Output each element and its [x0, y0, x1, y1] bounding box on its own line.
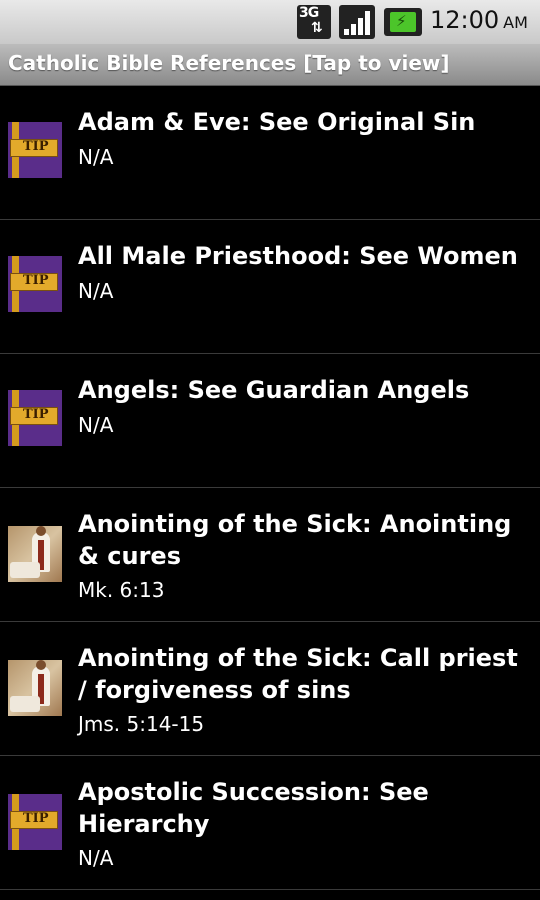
app-title: Catholic Bible References [Tap to view]	[8, 51, 450, 75]
battery-charging-icon: ⚡	[384, 8, 422, 36]
tip-sign-icon: TIP	[8, 794, 62, 850]
list-item[interactable]: TIP Apostolic Succession: See Hierarchy …	[0, 756, 540, 890]
item-title: Anointing of the Sick: Anointing & cures	[78, 510, 512, 570]
list-item[interactable]: TIP All Male Priesthood: See Women N/A	[0, 220, 540, 354]
data-arrows-icon: ⇅	[311, 20, 323, 36]
status-time: 12:00 AM	[430, 6, 528, 34]
item-reference: N/A	[78, 145, 114, 169]
item-title: Anointing of the Sick: Call priest / for…	[78, 644, 518, 704]
tip-sign-icon: TIP	[8, 256, 62, 312]
tip-sign-icon: TIP	[8, 122, 62, 178]
signal-icon	[339, 5, 375, 39]
item-reference: Mk. 6:13	[78, 578, 165, 602]
3g-data-icon: 3G ⇅	[297, 5, 331, 39]
item-reference: Jms. 5:14-15	[78, 712, 205, 736]
priest-photo-icon	[8, 660, 62, 716]
clock-time: 12:00	[430, 6, 500, 34]
status-bar: 3G ⇅ ⚡ 12:00 AM	[0, 0, 540, 44]
item-title: Apostolic Succession: See Hierarchy	[78, 778, 429, 838]
title-bar: Catholic Bible References [Tap to view]	[0, 44, 540, 86]
network-type-label: 3G	[299, 5, 319, 21]
list-item[interactable]: TIP Angels: See Guardian Angels N/A	[0, 354, 540, 488]
tip-sign-icon: TIP	[8, 390, 62, 446]
item-reference: N/A	[78, 413, 114, 437]
item-title: Angels: See Guardian Angels	[78, 376, 470, 404]
item-reference: N/A	[78, 279, 114, 303]
list-item[interactable]: TIP Adam & Eve: See Original Sin N/A	[0, 86, 540, 220]
list-item[interactable]: Anointing of the Sick: Call priest / for…	[0, 622, 540, 756]
clock-ampm: AM	[503, 13, 528, 32]
item-reference: N/A	[78, 846, 114, 870]
item-title: Adam & Eve: See Original Sin	[78, 108, 476, 136]
list-item[interactable]: Anointing of the Sick: Anointing & cures…	[0, 488, 540, 622]
item-title: All Male Priesthood: See Women	[78, 242, 518, 270]
priest-photo-icon	[8, 526, 62, 582]
